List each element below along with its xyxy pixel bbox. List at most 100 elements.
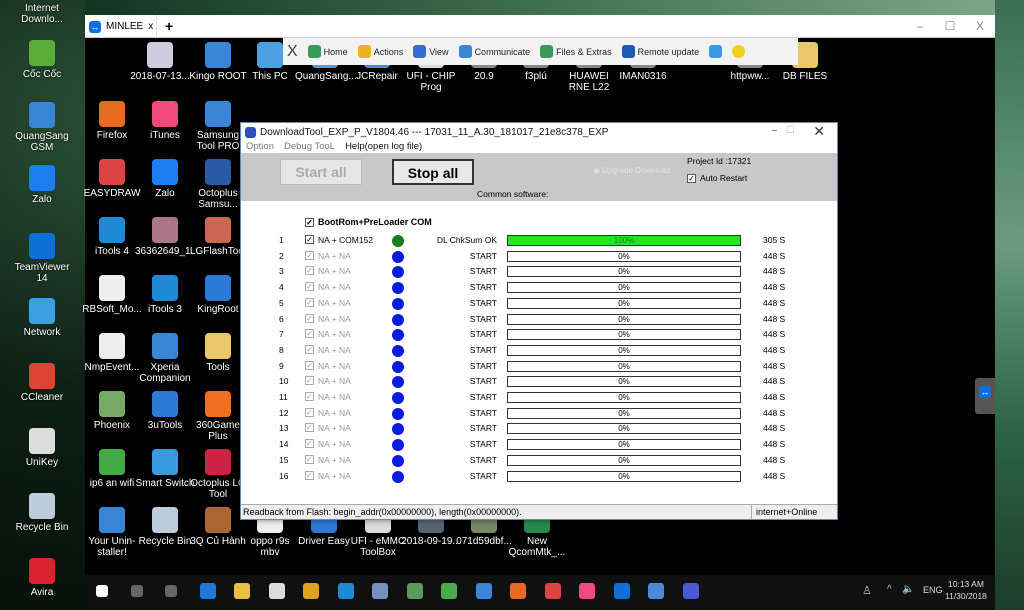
search-icon[interactable] — [130, 585, 143, 597]
port-checkbox[interactable]: ✓ — [305, 266, 314, 276]
desktop-icon[interactable]: UniKey — [12, 428, 72, 468]
tab-close-button[interactable]: x — [148, 21, 153, 32]
desktop-icon[interactable]: NmpEvent... — [82, 333, 142, 373]
feedback-smiley-icon[interactable] — [732, 45, 746, 58]
file-explorer-icon[interactable] — [234, 583, 250, 599]
start-all-button[interactable]: Start all — [280, 159, 362, 185]
desktop-icon[interactable]: Firefox — [82, 101, 142, 141]
port-checkbox[interactable]: ✓ — [305, 407, 314, 417]
easydraw-icon[interactable] — [544, 583, 561, 599]
downloadtool-icon[interactable] — [682, 583, 699, 599]
task-view-icon[interactable] — [165, 585, 177, 597]
firefox-icon[interactable] — [510, 583, 526, 599]
desktop-icon[interactable]: Octoplus LG Tool — [188, 449, 248, 500]
desktop-icon[interactable]: 3uTools — [135, 391, 195, 431]
menu-help[interactable]: Help(open log file) — [345, 141, 422, 153]
desktop-icon[interactable]: KingRoot — [188, 275, 248, 315]
toolbar-actions-button[interactable]: Actions — [357, 45, 403, 58]
teamviewer-side-panel-handle[interactable]: ↔ — [975, 378, 995, 414]
port-checkbox[interactable]: ✓ — [305, 470, 314, 480]
toolbar-home-button[interactable]: Home — [307, 45, 348, 58]
desktop-icon[interactable]: Smart Switch — [135, 449, 195, 489]
desktop-icon[interactable]: Samsung Tool PRO — [188, 101, 248, 152]
checkbox[interactable]: ✓ — [687, 173, 696, 183]
close-button[interactable]: ✕ — [813, 123, 825, 140]
close-button[interactable]: X — [965, 15, 995, 38]
port-checkbox[interactable]: ✓ — [305, 313, 314, 323]
desktop-icon[interactable]: QuangSang GSM — [12, 102, 72, 153]
app-icon[interactable] — [372, 583, 388, 599]
idm-icon[interactable] — [441, 583, 457, 599]
teamviewer-icon[interactable] — [613, 583, 630, 599]
desktop-icon[interactable]: 36362649_1... — [135, 217, 199, 257]
desktop-icon[interactable]: Recycle Bin — [135, 507, 195, 547]
desktop-icon[interactable]: Zalo — [135, 159, 195, 199]
desktop-icon[interactable]: Zalo — [12, 165, 72, 205]
port-checkbox[interactable]: ✓ — [305, 282, 314, 292]
stop-all-button[interactable]: Stop all — [392, 159, 474, 185]
app-icon[interactable] — [648, 583, 664, 599]
auto-restart-checkbox[interactable]: ✓ Auto Restart — [687, 173, 747, 183]
desktop-icon[interactable]: CCleaner — [12, 363, 72, 403]
people-icon[interactable]: ♙ — [862, 584, 872, 597]
maximize-button[interactable]: ☐ — [935, 15, 965, 38]
desktop-icon[interactable]: 360Game Plus — [188, 391, 248, 442]
start-icon[interactable] — [96, 585, 108, 597]
port-checkbox[interactable]: ✓ — [305, 344, 314, 354]
desktop-icon[interactable]: Recycle Bin — [12, 493, 72, 533]
menu-debug-tool[interactable]: Debug TooL — [284, 141, 335, 153]
clock[interactable]: 10:13 AM 11/30/2018 — [945, 578, 987, 602]
port-checkbox[interactable]: ✓ — [305, 250, 314, 260]
tab-minlee[interactable]: ↔ MINLEE x — [85, 15, 157, 38]
itunes-icon[interactable] — [579, 583, 595, 599]
desktop-icon[interactable]: EASYDRAW — [82, 159, 142, 199]
port-checkbox[interactable]: ✓ — [305, 235, 314, 244]
minimize-button[interactable]: – — [771, 125, 777, 136]
app-icon[interactable] — [475, 583, 492, 599]
new-tab-button[interactable]: + — [165, 18, 173, 34]
toolbar-view-button[interactable]: View — [413, 45, 449, 58]
upgrade-download-radio[interactable]: ◉ Upgrade Download — [593, 166, 671, 175]
desktop-icon[interactable]: 3Q Củ Hành — [188, 507, 248, 547]
desktop-icon[interactable]: Internet Downlo... — [12, 3, 72, 25]
menu-option[interactable]: Option — [246, 141, 274, 153]
desktop-icon[interactable]: Network — [12, 298, 72, 338]
store-icon[interactable] — [268, 583, 285, 599]
port-checkbox[interactable]: ✓ — [305, 376, 314, 386]
edge-icon[interactable] — [199, 583, 216, 599]
desktop-icon[interactable]: Xperia Companion — [135, 333, 195, 384]
desktop-icon[interactable]: ip6 an wifi — [82, 449, 142, 489]
port-checkbox[interactable]: ✓ — [305, 360, 314, 370]
port-checkbox[interactable]: ✓ — [305, 439, 314, 449]
toolbar-files-extras-button[interactable]: Files & Extras — [540, 45, 612, 58]
tray-chevron-icon[interactable]: ^ — [887, 584, 892, 595]
desktop-icon[interactable]: iTunes — [135, 101, 195, 141]
maximize-button[interactable]: ☐ — [786, 125, 795, 136]
desktop-icon[interactable]: TeamViewer 14 — [12, 233, 72, 284]
port-checkbox[interactable]: ✓ — [305, 423, 314, 433]
chrome-icon[interactable] — [303, 583, 319, 599]
port-checkbox[interactable]: ✓ — [305, 454, 314, 464]
port-checkbox[interactable]: ✓ — [305, 329, 314, 339]
toolbar-remote-update-button[interactable]: Remote update — [621, 45, 699, 58]
desktop-icon[interactable]: Avira — [12, 558, 72, 598]
desktop-icon[interactable]: Octoplus Samsu... — [188, 159, 248, 210]
desktop-icon[interactable]: Phoenix — [82, 391, 142, 431]
volume-icon[interactable]: 🔈 — [902, 584, 914, 595]
minimize-button[interactable]: – — [905, 15, 935, 38]
close-session-button[interactable]: X — [287, 43, 298, 61]
desktop-icon[interactable]: Cốc Cốc — [12, 40, 72, 80]
port-checkbox[interactable]: ✓ — [305, 392, 314, 401]
desktop-icon[interactable]: iTools 4 — [82, 217, 142, 257]
desktop-icon[interactable]: Your Unin-staller! — [82, 507, 142, 558]
desktop-icon[interactable]: Kingo ROOT — [188, 42, 248, 82]
desktop-icon[interactable]: 2018-07-13... — [130, 42, 190, 82]
itools-icon[interactable] — [337, 583, 354, 599]
desktop-icon[interactable]: iTools 3 — [135, 275, 195, 315]
desktop-icon[interactable]: LGFlashTool — [188, 217, 248, 257]
port-checkbox[interactable]: ✓ — [305, 297, 314, 307]
app-icon[interactable] — [406, 583, 423, 599]
toolbar-communicate-button[interactable]: Communicate — [458, 45, 530, 58]
desktop-icon[interactable]: RBSoft_Mo... — [82, 275, 142, 315]
language-indicator[interactable]: ENG — [923, 585, 943, 595]
